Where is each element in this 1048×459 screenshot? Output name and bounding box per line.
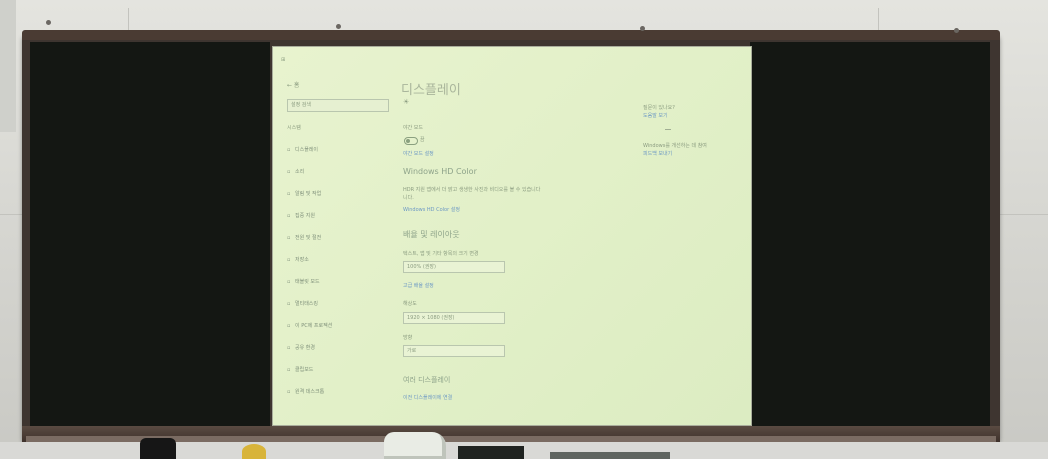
get-help-link[interactable]: 도움말 보기 [643, 113, 668, 119]
mount-screw [46, 20, 51, 25]
nav-item-label: 이 PC에 프로젝션 [295, 323, 333, 329]
hdr-description-cont: 니다. [403, 195, 414, 201]
orientation-dropdown[interactable]: 가로 [403, 345, 505, 357]
orientation-label: 방향 [403, 335, 413, 341]
wall-shadow [0, 0, 16, 132]
resolution-dropdown[interactable]: 1920 × 1080 (권장) [403, 312, 505, 324]
multitask-icon: ▫ [287, 301, 291, 307]
display-icon: ▫ [287, 147, 291, 153]
hdr-heading: Windows HD Color [403, 167, 477, 176]
clipboard-icon: ▫ [287, 367, 291, 373]
tablet-icon: ▫ [287, 279, 291, 285]
scale-value: 100% (권장) [407, 264, 436, 270]
keyboard [550, 452, 670, 459]
help-question: 질문이 있나요? [643, 105, 675, 111]
hdr-settings-link[interactable]: Windows HD Color 설정 [403, 207, 460, 213]
nav-item-label: 클립보드 [295, 367, 314, 373]
storage-icon: ▫ [287, 257, 291, 263]
multiple-displays-heading: 여러 디스플레이 [403, 376, 451, 384]
night-light-label: 야간 모드 [403, 125, 423, 131]
chalkboard-left-panel [30, 42, 270, 430]
chalkboard-top-rail [22, 30, 1000, 40]
nav-item-label: 알림 및 작업 [295, 191, 322, 197]
window-icon: ⊞ [281, 57, 286, 63]
mount-screw [640, 26, 645, 31]
brightness-icon: ☀ [403, 98, 410, 106]
power-icon: ▫ [287, 235, 291, 241]
scale-label: 텍스트, 앱 및 기타 항목의 크기 변경 [403, 251, 479, 257]
orientation-value: 가로 [407, 348, 417, 354]
scale-heading: 배율 및 레이아웃 [403, 230, 460, 239]
feedback-prompt: Windows를 개선하는 데 참여 [643, 143, 707, 149]
side-divider [665, 129, 671, 130]
focus-icon: ▫ [287, 213, 291, 219]
notification-icon: ▫ [287, 191, 291, 197]
tape-roll [242, 444, 266, 459]
page-title: 디스플레이 [401, 83, 461, 98]
sound-icon: ▫ [287, 169, 291, 175]
settings-search-input[interactable]: 설정 검색 [287, 99, 389, 112]
mount-screw [336, 24, 341, 29]
back-home-link[interactable]: ← 홈 [287, 83, 299, 89]
dark-box [458, 446, 524, 459]
night-light-settings-link[interactable]: 야간 모드 설정 [403, 151, 434, 157]
nav-item-label: 소리 [295, 169, 305, 175]
night-light-toggle[interactable] [404, 137, 418, 145]
eraser-pile [384, 432, 446, 459]
nav-item-label: 집중 지원 [295, 213, 315, 219]
resolution-label: 해상도 [403, 301, 417, 307]
black-object [140, 438, 176, 459]
nav-item-label: 저장소 [295, 257, 309, 263]
nav-item-label: 공유 환경 [295, 345, 315, 351]
resolution-value: 1920 × 1080 (권장) [407, 315, 455, 321]
nav-item-label: 전원 및 절전 [295, 235, 322, 241]
nav-item-label: 멀티태스킹 [295, 301, 319, 307]
connect-display-link[interactable]: 이전 디스플레이에 연결 [403, 395, 452, 401]
hdr-description: HDR 지원 앱에서 더 밝고 생생한 사진과 비디오를 볼 수 있습니다 [403, 187, 541, 193]
system-category-label: 시스템 [287, 125, 301, 131]
projected-settings-screen: ⊞ ← 홈 설정 검색 시스템 ▫ 디스플레이 ▫ 소리 ▫ 알림 및 작업 ▫ 집중 지원 ▫… [272, 46, 752, 426]
mount-screw [954, 28, 959, 33]
scale-dropdown[interactable]: 100% (권장) [403, 261, 505, 273]
wall-seam [1000, 214, 1048, 215]
advanced-scaling-link[interactable]: 고급 배율 설정 [403, 283, 434, 289]
nav-item-label: 원격 데스크톱 [295, 389, 325, 395]
nav-item-label: 태블릿 모드 [295, 279, 320, 285]
give-feedback-link[interactable]: 피드백 보내기 [643, 151, 672, 157]
search-placeholder: 설정 검색 [291, 102, 311, 108]
remote-icon: ▫ [287, 389, 291, 395]
nav-item-label: 디스플레이 [295, 147, 319, 153]
project-icon: ▫ [287, 323, 291, 329]
chalkboard-right-panel [750, 42, 990, 430]
wall-seam [128, 8, 129, 30]
wall-seam [0, 214, 22, 215]
wall-seam [878, 8, 879, 30]
share-icon: ▫ [287, 345, 291, 351]
night-light-state: 끔 [420, 137, 425, 143]
